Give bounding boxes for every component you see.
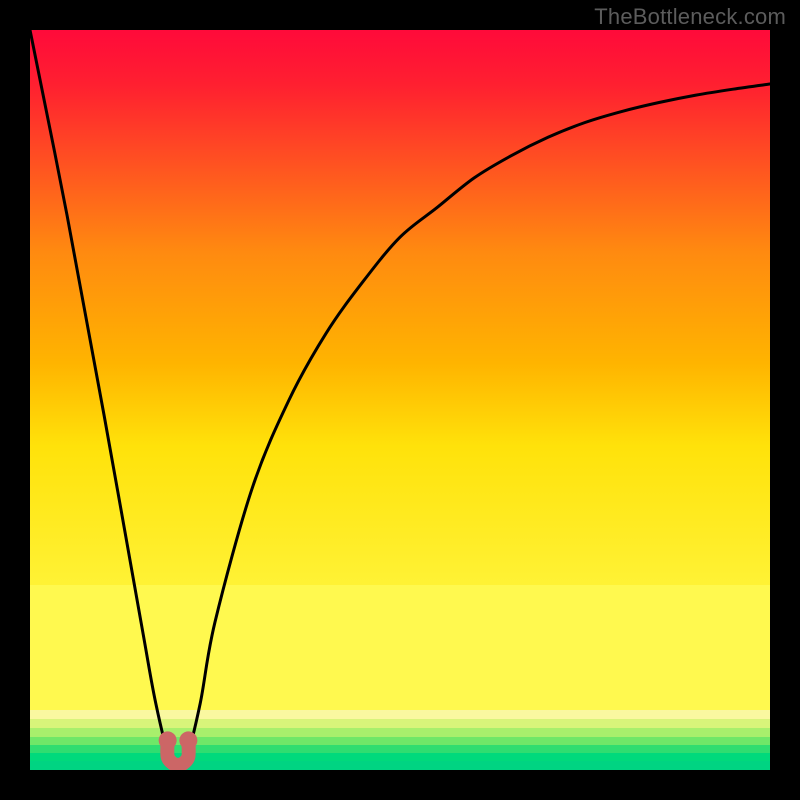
band-stripe-3 xyxy=(30,728,770,737)
chart-frame: TheBottleneck.com xyxy=(0,0,800,800)
band-pale-yellow xyxy=(30,585,770,710)
gradient-upper xyxy=(30,30,770,585)
bottleneck-chart xyxy=(30,30,770,770)
band-stripe-4 xyxy=(30,737,770,745)
band-stripe-5 xyxy=(30,745,770,753)
band-stripe-2 xyxy=(30,719,770,728)
watermark-text: TheBottleneck.com xyxy=(594,4,786,30)
band-stripe-7 xyxy=(30,761,770,770)
band-stripe-1 xyxy=(30,710,770,719)
band-stripe-6 xyxy=(30,753,770,761)
